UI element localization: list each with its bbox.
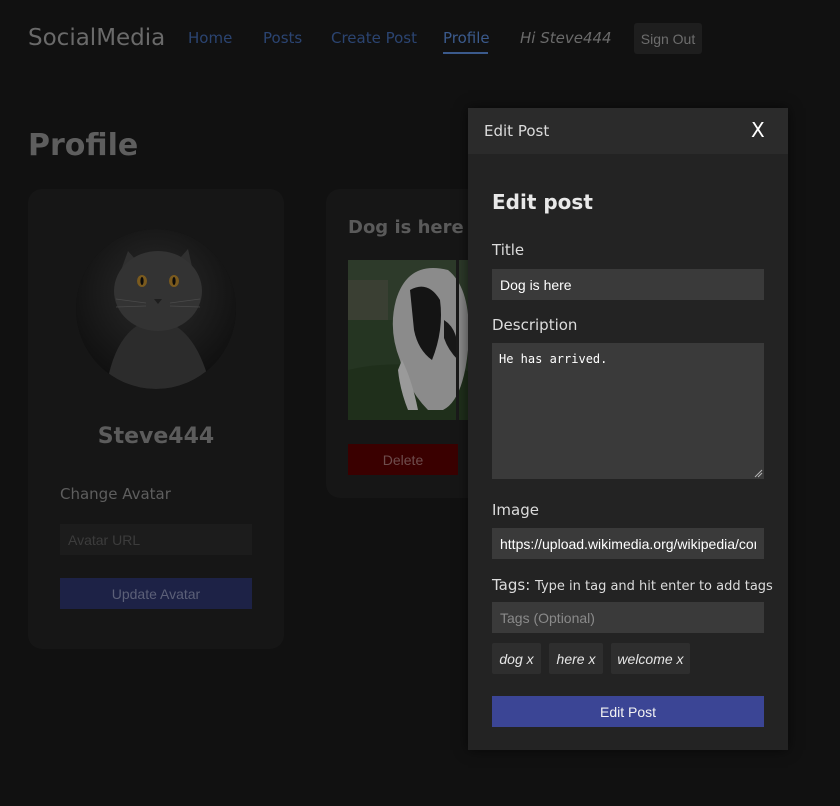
page-title: Profile [28,128,139,163]
edit-post-submit-button[interactable]: Edit Post [492,696,764,727]
edit-post-modal: Edit Post X Edit post Title Description … [468,108,788,750]
tag-chip[interactable]: welcome x [611,643,690,674]
tags-input[interactable] [492,602,764,633]
profile-username: Steve444 [97,424,215,449]
modal-heading: Edit post [492,190,593,214]
close-icon[interactable]: X [751,118,765,142]
modal-header: Edit Post X [468,108,788,154]
nav-posts[interactable]: Posts [263,29,302,47]
post-title: Dog is here [348,217,464,238]
title-input[interactable] [492,269,764,300]
title-label: Title [492,241,525,259]
user-greeting: Hi Steve444 [520,29,612,47]
cat-avatar-image [76,229,236,389]
nav-create-post[interactable]: Create Post [331,29,417,47]
modal-header-title: Edit Post [484,122,550,140]
tag-chip[interactable]: here x [549,643,603,674]
tags-hint: Type in tag and hit enter to add tags [535,579,773,594]
avatar [76,229,236,389]
resize-grip-icon[interactable] [753,468,763,478]
nav-profile[interactable]: Profile [443,29,490,47]
description-label: Description [492,316,578,334]
avatar-url-input[interactable] [60,524,252,555]
delete-post-button[interactable]: Delete [348,444,458,475]
navbar: SocialMedia Home Posts Create Post Profi… [0,0,840,78]
brand-logo[interactable]: SocialMedia [28,25,165,51]
description-textarea[interactable]: He has arrived. [492,343,764,479]
nav-home[interactable]: Home [188,29,232,47]
image-url-input[interactable] [492,528,764,559]
tags-label-text: Tags: [492,576,531,594]
change-avatar-label: Change Avatar [60,485,171,503]
image-label: Image [492,501,539,519]
tag-chip[interactable]: dog x [492,643,541,674]
sign-out-button[interactable]: Sign Out [634,23,702,54]
profile-card: Steve444 Change Avatar Update Avatar [28,189,284,649]
update-avatar-button[interactable]: Update Avatar [60,578,252,609]
tags-label: Tags: Type in tag and hit enter to add t… [492,576,773,594]
active-nav-indicator [443,52,488,54]
